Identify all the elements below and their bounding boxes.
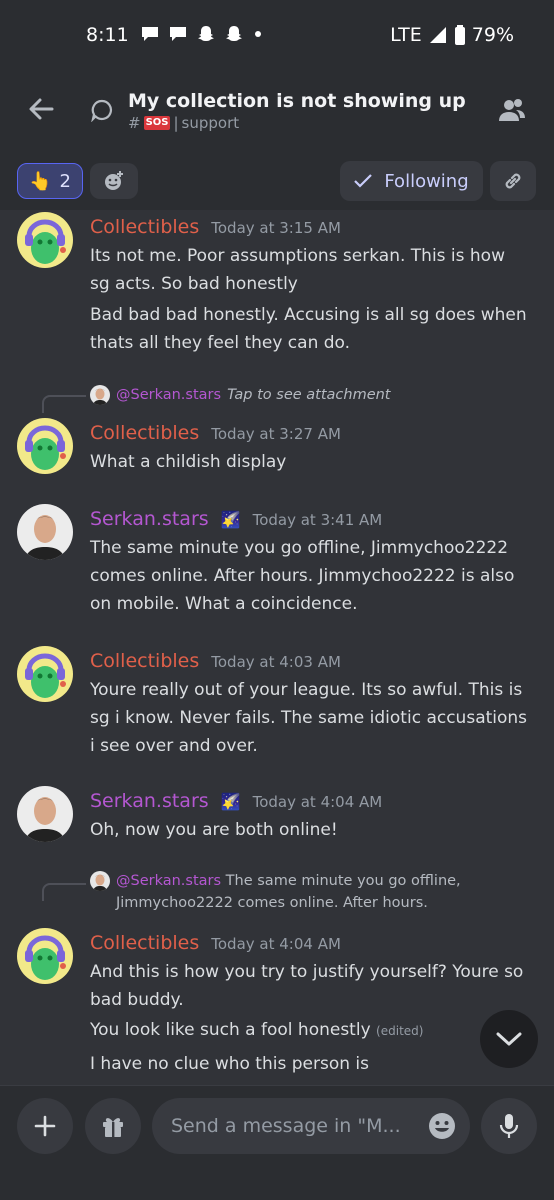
message-text-line: You look like such a fool honestly (edit… (90, 1016, 530, 1045)
avatar-serkan[interactable] (17, 786, 73, 842)
message-list[interactable]: Collectibles Today at 3:15 AM Its not me… (0, 210, 554, 1085)
emoji-icon[interactable] (428, 1112, 456, 1140)
following-label: Following (384, 170, 469, 192)
battery-icon (454, 25, 465, 45)
avatar-collectibles[interactable] (17, 418, 73, 474)
battery-percent: 79% (471, 24, 514, 46)
thread-icon (91, 99, 113, 122)
voice-message-button[interactable] (481, 1098, 537, 1154)
author-name[interactable]: Collectibles (90, 932, 199, 954)
message-text: I have no clue who this person is (90, 1054, 369, 1074)
message-header: Serkan.stars 🌠 Today at 4:04 AM (90, 790, 382, 812)
avatar-collectibles[interactable] (17, 646, 73, 702)
reply-reference[interactable]: @Serkan.stars The same minute you go off… (90, 870, 490, 914)
snapchat-icon (198, 26, 214, 41)
status-bar: 8:11 LTE 79% (0, 0, 554, 72)
edited-label: (edited) (376, 1024, 424, 1038)
reply-connector (42, 395, 86, 413)
author-name[interactable]: Serkan.stars (90, 508, 209, 530)
add-attachment-button[interactable] (17, 1098, 73, 1154)
message-header: Collectibles Today at 3:27 AM (90, 422, 341, 444)
gift-button[interactable] (85, 1098, 141, 1154)
nitro-badge-icon: 🌠 (220, 510, 241, 529)
message-text: And this is how you try to justify yours… (90, 962, 524, 1010)
channel-name: support (181, 114, 240, 132)
author-name[interactable]: Collectibles (90, 216, 199, 238)
timestamp: Today at 4:04 AM (252, 793, 383, 811)
chevron-down-icon (496, 1032, 522, 1046)
message-header: Collectibles Today at 4:04 AM (90, 932, 341, 954)
message-text: You look like such a fool honestly (90, 1020, 371, 1040)
reaction-pill[interactable]: 👆 2 (17, 163, 83, 199)
add-reaction-icon (105, 171, 123, 190)
check-icon (354, 174, 373, 188)
reply-text: Tap to see attachment (227, 387, 391, 403)
thread-header: My collection is not showing up # SOS | … (0, 72, 554, 152)
timestamp: Today at 4:04 AM (211, 935, 341, 953)
following-button[interactable]: Following (340, 161, 483, 201)
message-header: Collectibles Today at 3:15 AM (90, 216, 341, 238)
snapchat-icon (226, 26, 242, 41)
avatar-collectibles[interactable] (17, 928, 73, 984)
avatar-serkan[interactable] (17, 504, 73, 560)
status-time: 8:11 (86, 24, 129, 46)
channel-breadcrumb[interactable]: # SOS | support (128, 114, 239, 132)
sos-emoji-badge: SOS (143, 116, 171, 130)
reaction-emoji: 👆 (29, 170, 52, 192)
copy-link-button[interactable] (490, 161, 536, 201)
channel-hash: # (128, 114, 141, 132)
message-text: Youre really out of your league. Its so … (90, 680, 528, 756)
message-text: Oh, now you are both online! (90, 820, 338, 840)
message-input[interactable] (171, 1098, 411, 1154)
avatar-serkan-mini (90, 871, 110, 891)
jump-to-bottom-button[interactable] (480, 1010, 538, 1068)
reply-author[interactable]: @Serkan.stars (116, 873, 221, 889)
author-name[interactable]: Serkan.stars (90, 790, 209, 812)
thread-title[interactable]: My collection is not showing up (128, 90, 466, 112)
thread-action-row: 👆 2 Following (0, 152, 554, 210)
message-text: The same minute you go offline, Jimmycho… (90, 538, 515, 614)
message-notification-icon (170, 27, 186, 41)
back-arrow-icon[interactable] (24, 92, 58, 126)
link-icon (505, 173, 521, 189)
message-text: Its not me. Poor assumptions serkan. Thi… (90, 246, 505, 294)
breadcrumb-separator: | (173, 114, 179, 132)
message-notification-icon (142, 27, 158, 41)
message-composer (0, 1085, 554, 1200)
timestamp: Today at 3:41 AM (252, 511, 383, 529)
message-input-container[interactable] (152, 1098, 470, 1154)
members-icon[interactable] (496, 94, 528, 126)
signal-icon (429, 27, 446, 43)
network-type: LTE (390, 24, 422, 46)
reaction-count: 2 (59, 170, 71, 192)
author-name[interactable]: Collectibles (90, 422, 199, 444)
microphone-icon (499, 1114, 519, 1138)
add-reaction-button[interactable] (90, 163, 138, 199)
message-text: Bad bad bad honestly. Accusing is all sg… (90, 305, 527, 353)
timestamp: Today at 3:15 AM (211, 219, 341, 237)
status-right: LTE 79% (390, 24, 514, 46)
timestamp: Today at 3:27 AM (211, 425, 341, 443)
more-notifications-icon (255, 31, 261, 37)
timestamp: Today at 4:03 AM (211, 653, 341, 671)
notification-icons (140, 24, 264, 44)
reply-reference[interactable]: @Serkan.stars Tap to see attachment (90, 384, 490, 406)
plus-icon (34, 1115, 56, 1137)
nitro-badge-icon: 🌠 (220, 792, 241, 811)
author-name[interactable]: Collectibles (90, 650, 199, 672)
reply-preview: @Serkan.stars The same minute you go off… (116, 870, 490, 914)
reply-author[interactable]: @Serkan.stars (116, 384, 221, 406)
message-header: Serkan.stars 🌠 Today at 3:41 AM (90, 508, 382, 530)
avatar-serkan-mini (90, 385, 110, 405)
reply-connector (42, 883, 86, 901)
message-text: What a childish display (90, 452, 287, 472)
message-header: Collectibles Today at 4:03 AM (90, 650, 341, 672)
avatar-collectibles[interactable] (17, 212, 73, 268)
gift-icon (103, 1118, 123, 1137)
